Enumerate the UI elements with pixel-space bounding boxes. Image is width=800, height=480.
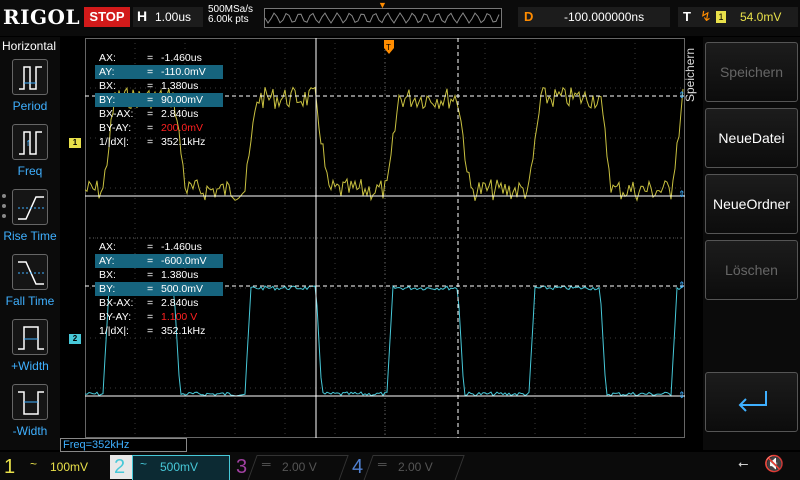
timebase-readout[interactable]: H 1.00us — [133, 7, 203, 27]
measure-category-title: Horizontal — [2, 39, 57, 53]
measure-plus-width[interactable]: +Width — [0, 319, 60, 379]
freq-icon: f — [12, 124, 48, 160]
trigger-level: 54.0mV — [740, 10, 782, 24]
memory-depth: 6.00k pts — [208, 14, 249, 25]
usb-icon: ⭠ — [738, 456, 749, 471]
measure-minus-width[interactable]: -Width — [0, 384, 60, 444]
rise-time-icon — [12, 189, 48, 225]
cursor-readout-ch1: AX: = -1.460us AY: = -110.0mV BX: = 1.380us BY… — [95, 51, 223, 149]
channel-scale: 500mV — [160, 460, 199, 474]
delete-button[interactable]: Löschen — [705, 240, 798, 300]
measure-fall-time[interactable]: Fall Time — [0, 254, 60, 314]
enter-return-icon — [738, 391, 767, 412]
readout-row: AX: = -1.460us — [99, 241, 202, 253]
dc-coupling-icon: ═ — [378, 457, 387, 471]
rising-edge-icon: ↯ — [700, 8, 712, 24]
dc-coupling-icon: ═ — [262, 457, 271, 471]
cursor-ay-tag: ⇕ — [678, 189, 686, 199]
enter-button[interactable] — [705, 372, 798, 432]
frequency-measurement: Freq=352kHz — [60, 438, 187, 452]
channel-4-tab[interactable]: 4 ═ 2.00 V — [348, 455, 460, 479]
readout-row: BY: = 500.0mV — [95, 282, 223, 296]
ac-coupling-icon: ~ — [140, 457, 148, 471]
horizontal-delay-readout[interactable]: D -100.000000ns — [518, 7, 670, 27]
new-folder-button[interactable]: NeueOrdner — [705, 174, 798, 234]
channel-number: 1 — [4, 456, 16, 478]
measure-freq[interactable]: f Freq — [0, 124, 60, 184]
readout-row: 1/|dX|: = 352.1kHz — [99, 325, 206, 337]
trigger-readout[interactable]: T ↯ 1 54.0mV — [678, 7, 798, 27]
plus-width-icon — [12, 319, 48, 355]
readout-row: BX: = 1.380us — [99, 80, 199, 92]
ch2-offset-marker[interactable]: 2 — [69, 334, 81, 344]
channel-status-bar: 1 ~ 100mV 2 ~ 500mV 3 ═ 2.00 V 4 ═ 2.00 … — [0, 452, 800, 480]
brand-logo: RIGOL — [3, 5, 81, 29]
acquisition-info: 500MSa/s 6.00k pts — [208, 5, 253, 25]
ch1-offset-marker[interactable]: 1 — [69, 138, 81, 148]
channel-scale: 100mV — [50, 460, 89, 474]
measure-period-label: Period — [12, 99, 48, 113]
readout-row: BY-AY: = 1.100 V — [99, 311, 198, 323]
measure-rise-time-label: Rise Time — [3, 229, 57, 243]
trigger-key: T — [683, 9, 691, 24]
trigger-position-icon: ▼ — [378, 0, 387, 10]
top-status-bar: RIGOL STOP H 1.00us 500MSa/s 6.00k pts ▼… — [0, 0, 800, 36]
readout-row: BX-AX: = 2.840us — [99, 108, 199, 120]
channel-number: 3 — [236, 456, 248, 478]
readout-row: AY: = -110.0mV — [95, 65, 223, 79]
channel-3-tab[interactable]: 3 ═ 2.00 V — [232, 455, 344, 479]
memory-overview-bar — [264, 8, 502, 28]
readout-row: BY: = 90.00mV — [95, 93, 223, 107]
cursor-by2-tag: ⇕ — [678, 280, 686, 290]
measure-rise-time[interactable]: Rise Time — [0, 189, 60, 249]
measure-plus-width-label: +Width — [11, 359, 49, 373]
measure-period[interactable]: Period — [0, 59, 60, 119]
measure-freq-label: Freq — [17, 164, 43, 178]
period-icon — [12, 59, 48, 95]
channel-scale: 2.00 V — [282, 460, 317, 474]
cursor-ay2-tag: ⇕ — [678, 390, 686, 400]
readout-row: AX: = -1.460us — [99, 52, 202, 64]
mute-icon[interactable]: 🔇 — [764, 454, 784, 474]
minus-width-icon — [12, 384, 48, 420]
save-button[interactable]: Speichern — [705, 42, 798, 102]
readout-row: BX-AX: = 2.840us — [99, 297, 199, 309]
fall-time-icon — [12, 254, 48, 290]
channel-number: 4 — [352, 456, 364, 478]
cursor-readout-ch2: AX: = -1.460us AY: = -600.0mV BX: = 1.380us BY… — [95, 240, 223, 338]
delay-value: -100.000000ns — [564, 10, 645, 24]
measure-minus-width-label: -Width — [12, 424, 48, 438]
new-file-button[interactable]: NeueDatei — [705, 108, 798, 168]
readout-row: BY-AY: = 200.0mV — [99, 122, 204, 134]
menu-title-vertical: Speichern — [683, 47, 697, 103]
channel-number: 2 — [114, 456, 126, 478]
measure-fall-time-label: Fall Time — [5, 294, 55, 308]
ac-coupling-icon: ~ — [30, 457, 38, 471]
timebase-value: 1.00us — [155, 10, 192, 24]
timebase-key: H — [137, 8, 148, 24]
svg-text:T: T — [386, 43, 391, 52]
delay-key: D — [524, 9, 534, 24]
readout-row: AY: = -600.0mV — [95, 254, 223, 268]
run-stop-status[interactable]: STOP — [84, 7, 130, 27]
readout-row: BX: = 1.380us — [99, 269, 199, 281]
memory-waveform-preview — [264, 12, 500, 24]
channel-2-tab[interactable]: 2 ~ 500mV — [110, 455, 230, 480]
channel-1-tab[interactable]: 1 ~ 100mV — [0, 455, 110, 479]
readout-row: 1/|dX|: = 352.1kHz — [99, 136, 206, 148]
measure-sidebar: Horizontal Period f Freq Rise Time Fall … — [0, 37, 60, 450]
trigger-source: 1 — [716, 11, 726, 23]
trigger-time-marker: T — [384, 40, 394, 54]
channel-scale: 2.00 V — [398, 460, 433, 474]
